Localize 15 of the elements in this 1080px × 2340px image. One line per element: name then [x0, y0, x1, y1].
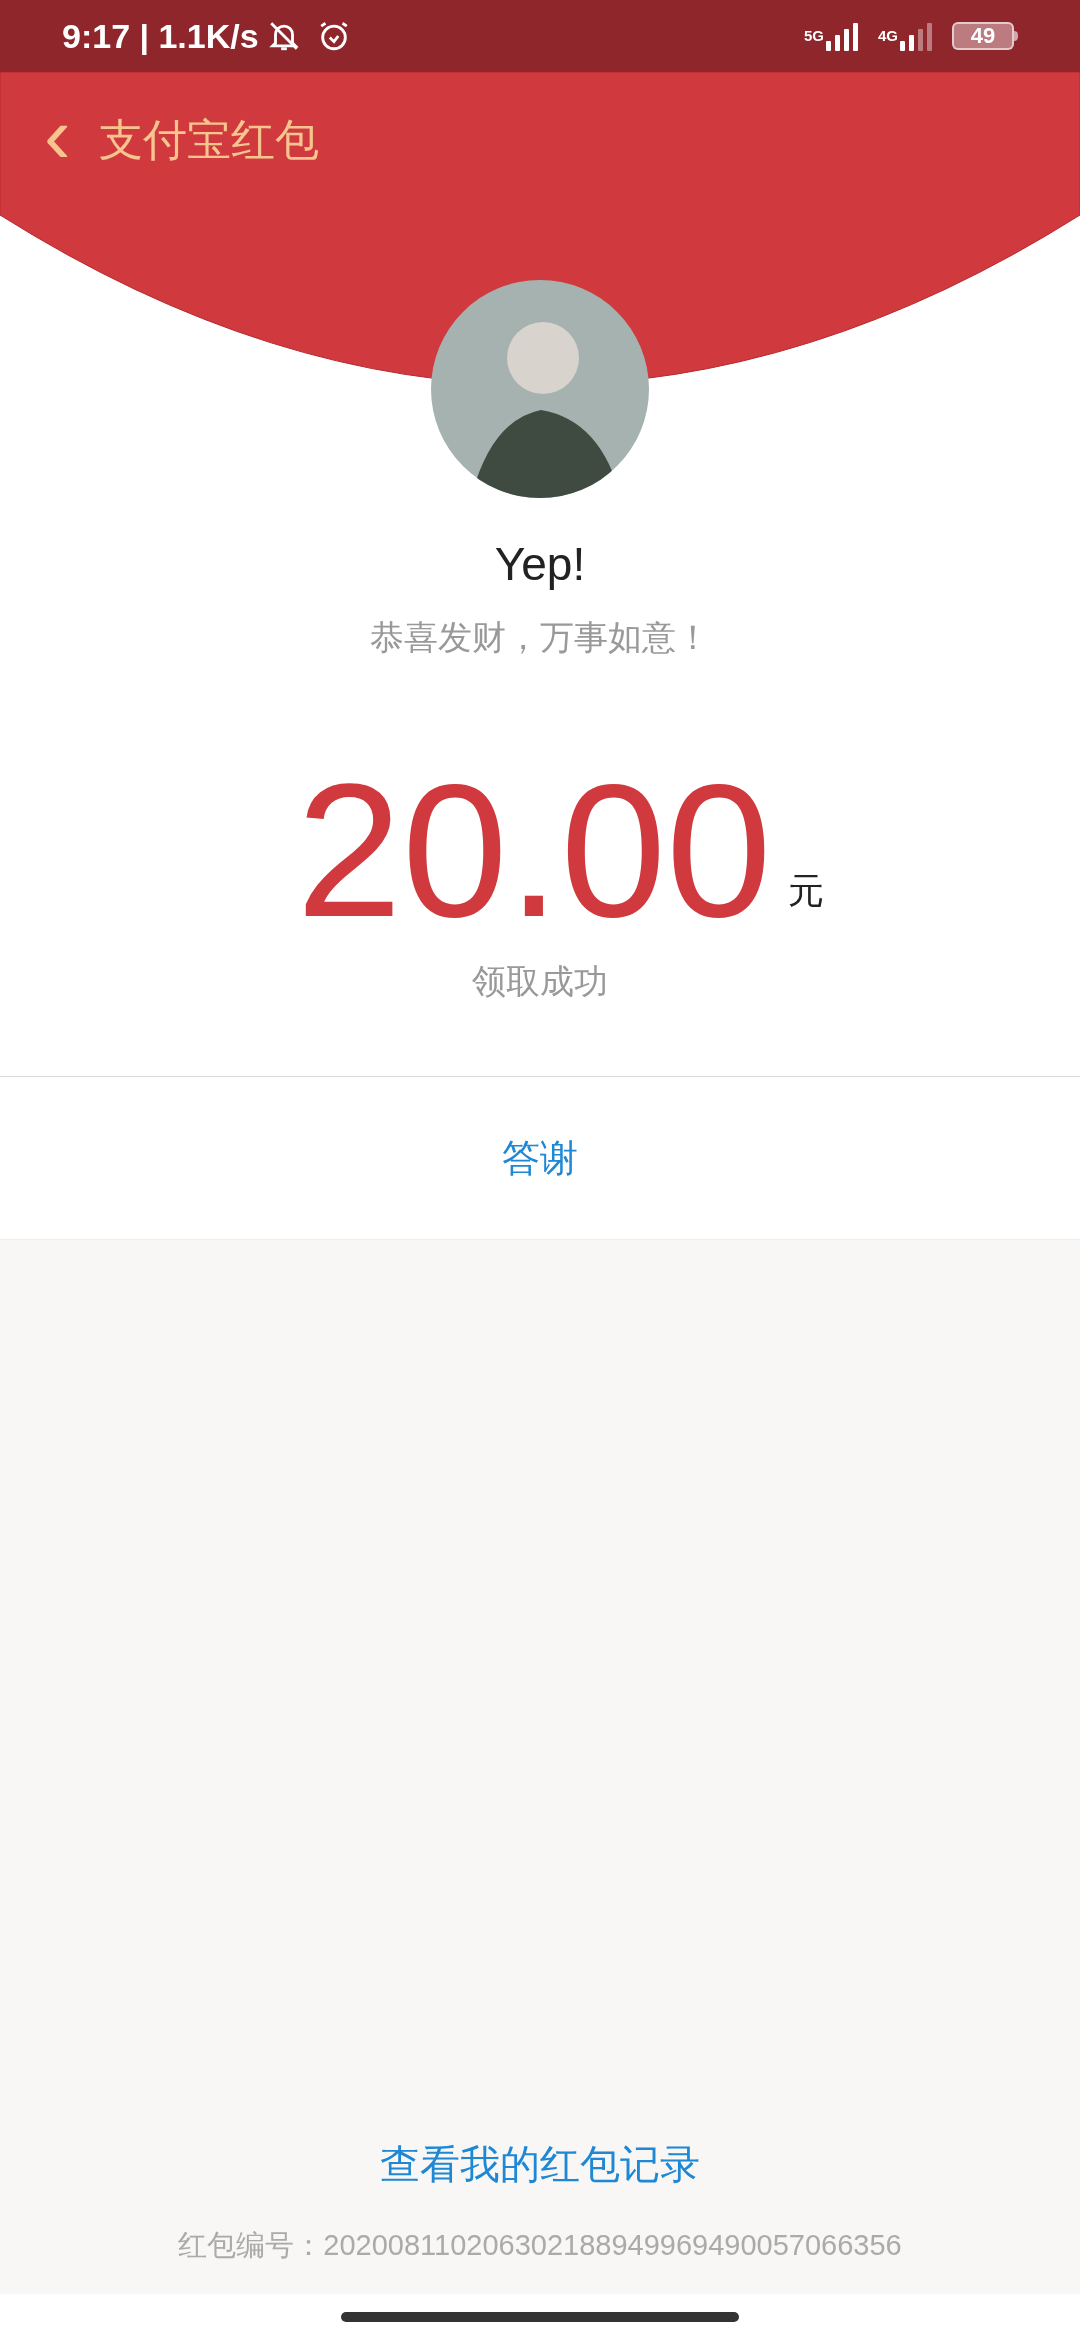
page-title: 支付宝红包 — [98, 114, 319, 166]
back-button[interactable]: ‹ — [44, 96, 71, 176]
currency-unit: 元 — [787, 869, 824, 913]
home-indicator[interactable] — [341, 2312, 739, 2322]
amount-value: 20.00 — [296, 750, 772, 950]
greeting-text: 恭喜发财，万事如意！ — [370, 617, 710, 658]
status-text: 领取成功 — [472, 961, 608, 1002]
status-time: 9:17 | 1.1K/s — [62, 15, 259, 57]
network-label: 5G — [803, 26, 824, 46]
serial-number: 红包编号：202008110206302188949969490057066356 — [178, 2228, 902, 2263]
sender-name: Yep! — [494, 537, 586, 592]
signal-icon — [826, 21, 858, 51]
network-label: 4G — [878, 26, 898, 46]
records-link[interactable]: 查看我的红包记录 — [380, 2136, 700, 2192]
signal-icon — [900, 21, 932, 51]
